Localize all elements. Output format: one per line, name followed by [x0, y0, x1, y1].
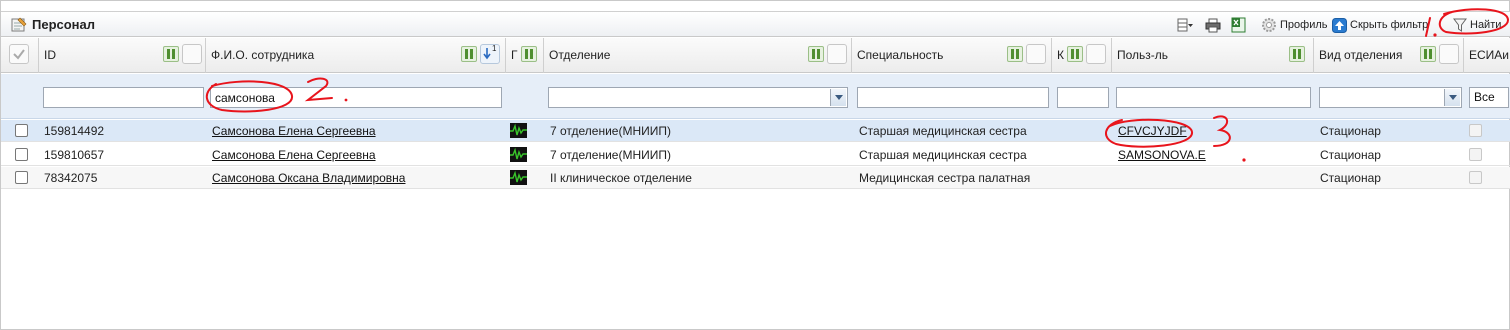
cell-user-link[interactable]: CFVCJYJDF — [1118, 124, 1187, 138]
esia-checkbox — [1469, 171, 1482, 184]
export-excel-button[interactable] — [1231, 16, 1246, 34]
column-menu-button[interactable] — [1086, 44, 1106, 64]
column-header-id[interactable]: ID — [39, 38, 206, 73]
column-title-g: Г — [511, 48, 518, 62]
esia-checkbox — [1469, 148, 1482, 161]
column-header-g[interactable]: Г — [506, 38, 544, 73]
column-header-department[interactable]: Отделение — [544, 38, 852, 73]
select-all-header[interactable] — [1, 38, 39, 73]
cell-department: 7 отделение(МНИИП) — [550, 148, 672, 162]
dropdown-arrow-icon[interactable] — [1444, 89, 1460, 106]
profile-button[interactable]: Профиль — [1261, 16, 1328, 34]
printer-icon — [1205, 18, 1221, 32]
cell-fio-link[interactable]: Самсонова Елена Сергеевна — [212, 148, 376, 162]
notepad-icon — [11, 17, 27, 32]
column-menu-button[interactable] — [1026, 44, 1046, 64]
cell-specialty: Старшая медицинская сестра — [859, 148, 1027, 162]
column-header-esia[interactable]: ЕСИАи — [1464, 38, 1510, 73]
cell-fio-link[interactable]: Самсонова Оксана Владимировна — [212, 171, 405, 185]
find-label: Найти — [1470, 19, 1502, 31]
column-title-esia: ЕСИАи — [1469, 48, 1510, 62]
column-title-user: Польз-ль — [1117, 48, 1169, 62]
row-checkbox[interactable] — [15, 148, 28, 161]
cell-specialty: Медицинская сестра палатная — [859, 171, 1031, 185]
profile-label: Профиль — [1280, 19, 1328, 31]
print-button[interactable] — [1205, 16, 1221, 34]
column-menu-button[interactable] — [827, 44, 847, 64]
column-settings-icon[interactable] — [1420, 46, 1436, 62]
cell-user-link[interactable]: SAMSONOVA.E — [1118, 148, 1206, 162]
cell-id: 159814492 — [44, 124, 105, 138]
columns-menu-icon — [1177, 18, 1193, 32]
filter-fio-input[interactable] — [210, 87, 502, 108]
table-row[interactable]: 159810657 Самсонова Елена Сергеевна 7 от… — [1, 144, 1510, 166]
column-settings-icon[interactable] — [461, 46, 477, 62]
ecg-icon — [510, 123, 527, 138]
column-title-specialty: Специальность — [857, 48, 944, 62]
column-menu-button[interactable] — [182, 44, 202, 64]
excel-icon — [1231, 17, 1246, 33]
sort-index: 1 — [492, 44, 497, 53]
dropdown-arrow-icon[interactable] — [830, 89, 846, 106]
column-title-department: Отделение — [549, 48, 611, 62]
ecg-icon — [510, 170, 527, 185]
filter-funnel-icon — [1453, 18, 1467, 32]
filter-dept-type-select[interactable] — [1319, 87, 1462, 108]
grid-header: ID Ф.И.О. сотрудника 1 Г Отделение Специ… — [1, 38, 1510, 73]
row-checkbox[interactable] — [15, 124, 28, 137]
column-header-specialty[interactable]: Специальность — [852, 38, 1052, 73]
select-all-button[interactable] — [9, 44, 29, 64]
cell-dept-type: Стационар — [1320, 124, 1381, 138]
filter-row: Все — [1, 74, 1510, 119]
filter-esia-select[interactable]: Все — [1469, 87, 1509, 108]
column-header-user[interactable]: Польз-ль — [1112, 38, 1314, 73]
table-row[interactable]: 159814492 Самсонова Елена Сергеевна 7 от… — [1, 120, 1510, 142]
arrow-up-icon — [1332, 17, 1347, 33]
filter-user-input[interactable] — [1116, 87, 1311, 108]
cell-department: II клиническое отделение — [550, 171, 692, 185]
panel-title: Персонал — [32, 17, 96, 32]
table-row[interactable]: 78342075 Самсонова Оксана Владимировна I… — [1, 167, 1510, 189]
sort-button[interactable]: 1 — [480, 44, 500, 64]
filter-esia-value: Все — [1474, 90, 1495, 104]
column-header-fio[interactable]: Ф.И.О. сотрудника 1 — [206, 38, 506, 73]
column-title-k: К — [1057, 48, 1064, 62]
column-settings-icon[interactable] — [1289, 46, 1305, 62]
checkmark-icon — [13, 49, 25, 60]
filter-k-input[interactable] — [1057, 87, 1109, 108]
column-menu-button[interactable] — [1439, 44, 1459, 64]
column-header-dept-type[interactable]: Вид отделения — [1314, 38, 1464, 73]
esia-checkbox — [1469, 124, 1482, 137]
column-settings-icon[interactable] — [163, 46, 179, 62]
hide-filter-label: Скрыть фильтр — [1350, 19, 1429, 31]
cell-id: 159810657 — [44, 148, 105, 162]
cell-dept-type: Стационар — [1320, 171, 1381, 185]
filter-specialty-input[interactable] — [857, 87, 1049, 108]
cell-department: 7 отделение(МНИИП) — [550, 124, 672, 138]
find-button[interactable]: Найти — [1453, 16, 1501, 34]
row-checkbox[interactable] — [15, 171, 28, 184]
column-settings-icon[interactable] — [521, 46, 537, 62]
panel-titlebar: Персонал Профиль Скрыть фильтр Найти — [1, 11, 1510, 37]
cell-specialty: Старшая медицинская сестра — [859, 124, 1027, 138]
cell-dept-type: Стационар — [1320, 148, 1381, 162]
column-settings-icon[interactable] — [1007, 46, 1023, 62]
gear-icon — [1262, 18, 1276, 32]
column-title-id: ID — [44, 48, 56, 62]
filter-id-input[interactable] — [43, 87, 204, 108]
column-settings-icon[interactable] — [808, 46, 824, 62]
hide-filter-button[interactable]: Скрыть фильтр — [1332, 16, 1428, 34]
column-title-dept-type: Вид отделения — [1319, 48, 1403, 62]
column-settings-icon[interactable] — [1067, 46, 1083, 62]
cell-id: 78342075 — [44, 171, 98, 185]
column-header-k[interactable]: К — [1052, 38, 1112, 73]
columns-menu-button[interactable] — [1177, 16, 1194, 34]
cell-fio-link[interactable]: Самсонова Елена Сергеевна — [212, 124, 376, 138]
ecg-icon — [510, 147, 527, 162]
personnel-panel: Персонал Профиль Скрыть фильтр Найти ID … — [0, 0, 1510, 330]
column-title-fio: Ф.И.О. сотрудника — [211, 48, 315, 62]
filter-department-select[interactable] — [548, 87, 848, 108]
